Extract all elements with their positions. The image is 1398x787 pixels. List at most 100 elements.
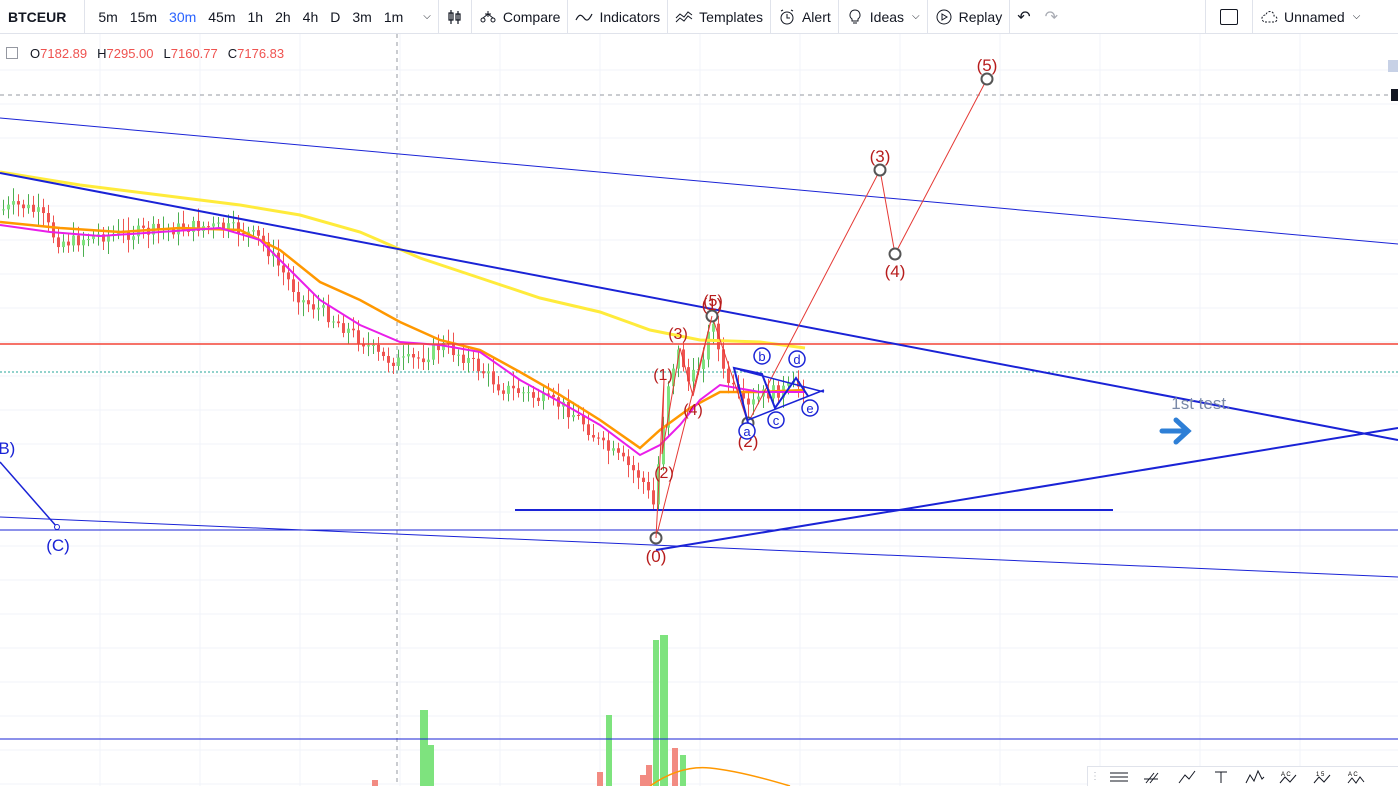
correction-point bbox=[54, 524, 60, 530]
volume-bar bbox=[646, 765, 652, 786]
volume-bar bbox=[660, 635, 668, 786]
replay-icon bbox=[935, 8, 953, 26]
candle-body bbox=[462, 354, 465, 363]
candle-body bbox=[37, 207, 40, 212]
candle-body bbox=[622, 452, 625, 457]
note-label: 1st test. bbox=[1171, 394, 1231, 413]
triangle-label: a bbox=[743, 424, 751, 439]
candle-body bbox=[47, 213, 50, 223]
candle-body bbox=[472, 357, 475, 359]
ohlc-high-value: 7295.00 bbox=[106, 46, 154, 61]
abcde-icon[interactable]: A C bbox=[1340, 767, 1374, 787]
candle-body bbox=[332, 321, 335, 323]
candle-body bbox=[502, 390, 505, 394]
redo-button[interactable]: ↷ bbox=[1038, 0, 1065, 33]
candle-body bbox=[217, 222, 220, 224]
interval-D[interactable]: D bbox=[324, 9, 346, 25]
alert-button[interactable]: Alert bbox=[771, 0, 838, 33]
interval-30m[interactable]: 30m bbox=[163, 9, 202, 25]
interval-1m[interactable]: 1m bbox=[378, 9, 409, 25]
candle-body bbox=[477, 358, 480, 372]
interval-list: 5m 15m 30m 45m 1h 2h 4h D 3m 1m bbox=[85, 0, 416, 33]
compare-button[interactable]: Compare bbox=[472, 0, 568, 33]
horizontal-lines-icon[interactable] bbox=[1102, 767, 1136, 787]
wave-label: (0) bbox=[646, 547, 667, 566]
chart-type-button[interactable] bbox=[439, 0, 471, 33]
candle-body bbox=[607, 440, 610, 451]
candle-body bbox=[72, 235, 75, 246]
save-layout-button[interactable]: Unnamed ⌵ bbox=[1253, 0, 1367, 33]
layout-name: Unnamed bbox=[1284, 8, 1345, 25]
pattern-icon[interactable] bbox=[1238, 767, 1272, 787]
ohlc-legend: O7182.89 H7295.00 L7160.77 C7176.83 bbox=[6, 46, 284, 61]
interval-4h[interactable]: 4h bbox=[297, 9, 325, 25]
interval-45m[interactable]: 45m bbox=[202, 9, 241, 25]
interval-15m[interactable]: 15m bbox=[124, 9, 163, 25]
ideas-button[interactable]: Ideas ⌵ bbox=[839, 0, 927, 33]
indicators-label: Indicators bbox=[599, 8, 661, 25]
redo-icon: ↷ bbox=[1044, 8, 1059, 26]
volume-bar bbox=[653, 640, 659, 786]
interval-3m[interactable]: 3m bbox=[346, 9, 377, 25]
candle-body bbox=[317, 307, 320, 310]
templates-label: Templates bbox=[699, 8, 763, 25]
collapse-legend-icon[interactable] bbox=[6, 47, 18, 59]
chevron-down-icon: ⌵ bbox=[423, 11, 431, 22]
candle-body bbox=[692, 369, 695, 382]
symbol-search[interactable]: BTCEUR bbox=[0, 0, 84, 33]
ma-yellow-line bbox=[0, 170, 806, 350]
chevron-down-icon: ⌵ bbox=[912, 11, 920, 22]
volume-bar bbox=[672, 748, 678, 786]
price-scale-marker bbox=[1391, 89, 1398, 101]
fib-icon[interactable] bbox=[1136, 767, 1170, 787]
candle-body bbox=[492, 371, 495, 385]
lightbulb-icon bbox=[846, 8, 864, 26]
undo-button[interactable]: ↶ bbox=[1010, 0, 1037, 33]
indicators-button[interactable]: Indicators bbox=[568, 0, 667, 33]
ohlc-low-value: 7160.77 bbox=[170, 46, 218, 61]
candle-body bbox=[652, 490, 655, 505]
triangle-label: b bbox=[758, 349, 765, 364]
wave-point bbox=[873, 163, 887, 177]
candle-body bbox=[752, 399, 755, 405]
candle-body bbox=[292, 279, 295, 293]
wave-labels: (0)(1)(2)(3)(4)(5)(1)(2)(3)(4)(5)abcde(B… bbox=[0, 56, 1231, 566]
square-icon bbox=[1220, 8, 1239, 25]
interval-2h[interactable]: 2h bbox=[269, 9, 297, 25]
wave-label: (4) bbox=[885, 262, 906, 281]
candle-body bbox=[132, 236, 135, 240]
triangle-label: e bbox=[806, 401, 813, 416]
templates-button[interactable]: Templates bbox=[668, 0, 770, 33]
triangle-label: c bbox=[773, 413, 780, 428]
wave-label: (3) bbox=[870, 147, 891, 166]
volume-bar bbox=[597, 772, 603, 786]
wave-15-icon[interactable]: 1 5 bbox=[1306, 767, 1340, 787]
volume-bar bbox=[420, 710, 428, 786]
candle-body bbox=[27, 204, 30, 209]
pitchfork-icon[interactable] bbox=[1170, 767, 1204, 787]
drag-handle-icon[interactable]: ⋮ bbox=[1088, 767, 1102, 787]
candle-body bbox=[297, 292, 300, 303]
interval-dropdown[interactable]: ⌵ bbox=[416, 0, 438, 33]
candle-body bbox=[32, 204, 35, 212]
interval-1h[interactable]: 1h bbox=[242, 9, 270, 25]
text-icon[interactable] bbox=[1204, 767, 1238, 787]
price-chart[interactable]: (0)(1)(2)(3)(4)(5)(1)(2)(3)(4)(5)abcde(B… bbox=[0, 34, 1398, 786]
price-scale-marker bbox=[1388, 60, 1398, 72]
replay-button[interactable]: Replay bbox=[928, 0, 1010, 33]
abc-icon[interactable]: A C bbox=[1272, 767, 1306, 787]
cloud-icon bbox=[1260, 8, 1278, 26]
interval-5m[interactable]: 5m bbox=[92, 9, 123, 25]
fullscreen-button[interactable] bbox=[1206, 0, 1252, 33]
volume-bar bbox=[428, 745, 434, 786]
candle-body bbox=[517, 388, 520, 393]
ideas-label: Ideas bbox=[869, 8, 905, 25]
ohlc-low-key: L bbox=[163, 46, 171, 61]
ohlc-close-value: 7176.83 bbox=[237, 46, 285, 61]
subwave-label: (3) bbox=[668, 326, 688, 343]
candle-body bbox=[747, 398, 750, 405]
subwave-label: (4) bbox=[683, 402, 703, 419]
candle-body bbox=[757, 396, 760, 400]
candle-body bbox=[537, 397, 540, 402]
candle-body bbox=[17, 201, 20, 205]
